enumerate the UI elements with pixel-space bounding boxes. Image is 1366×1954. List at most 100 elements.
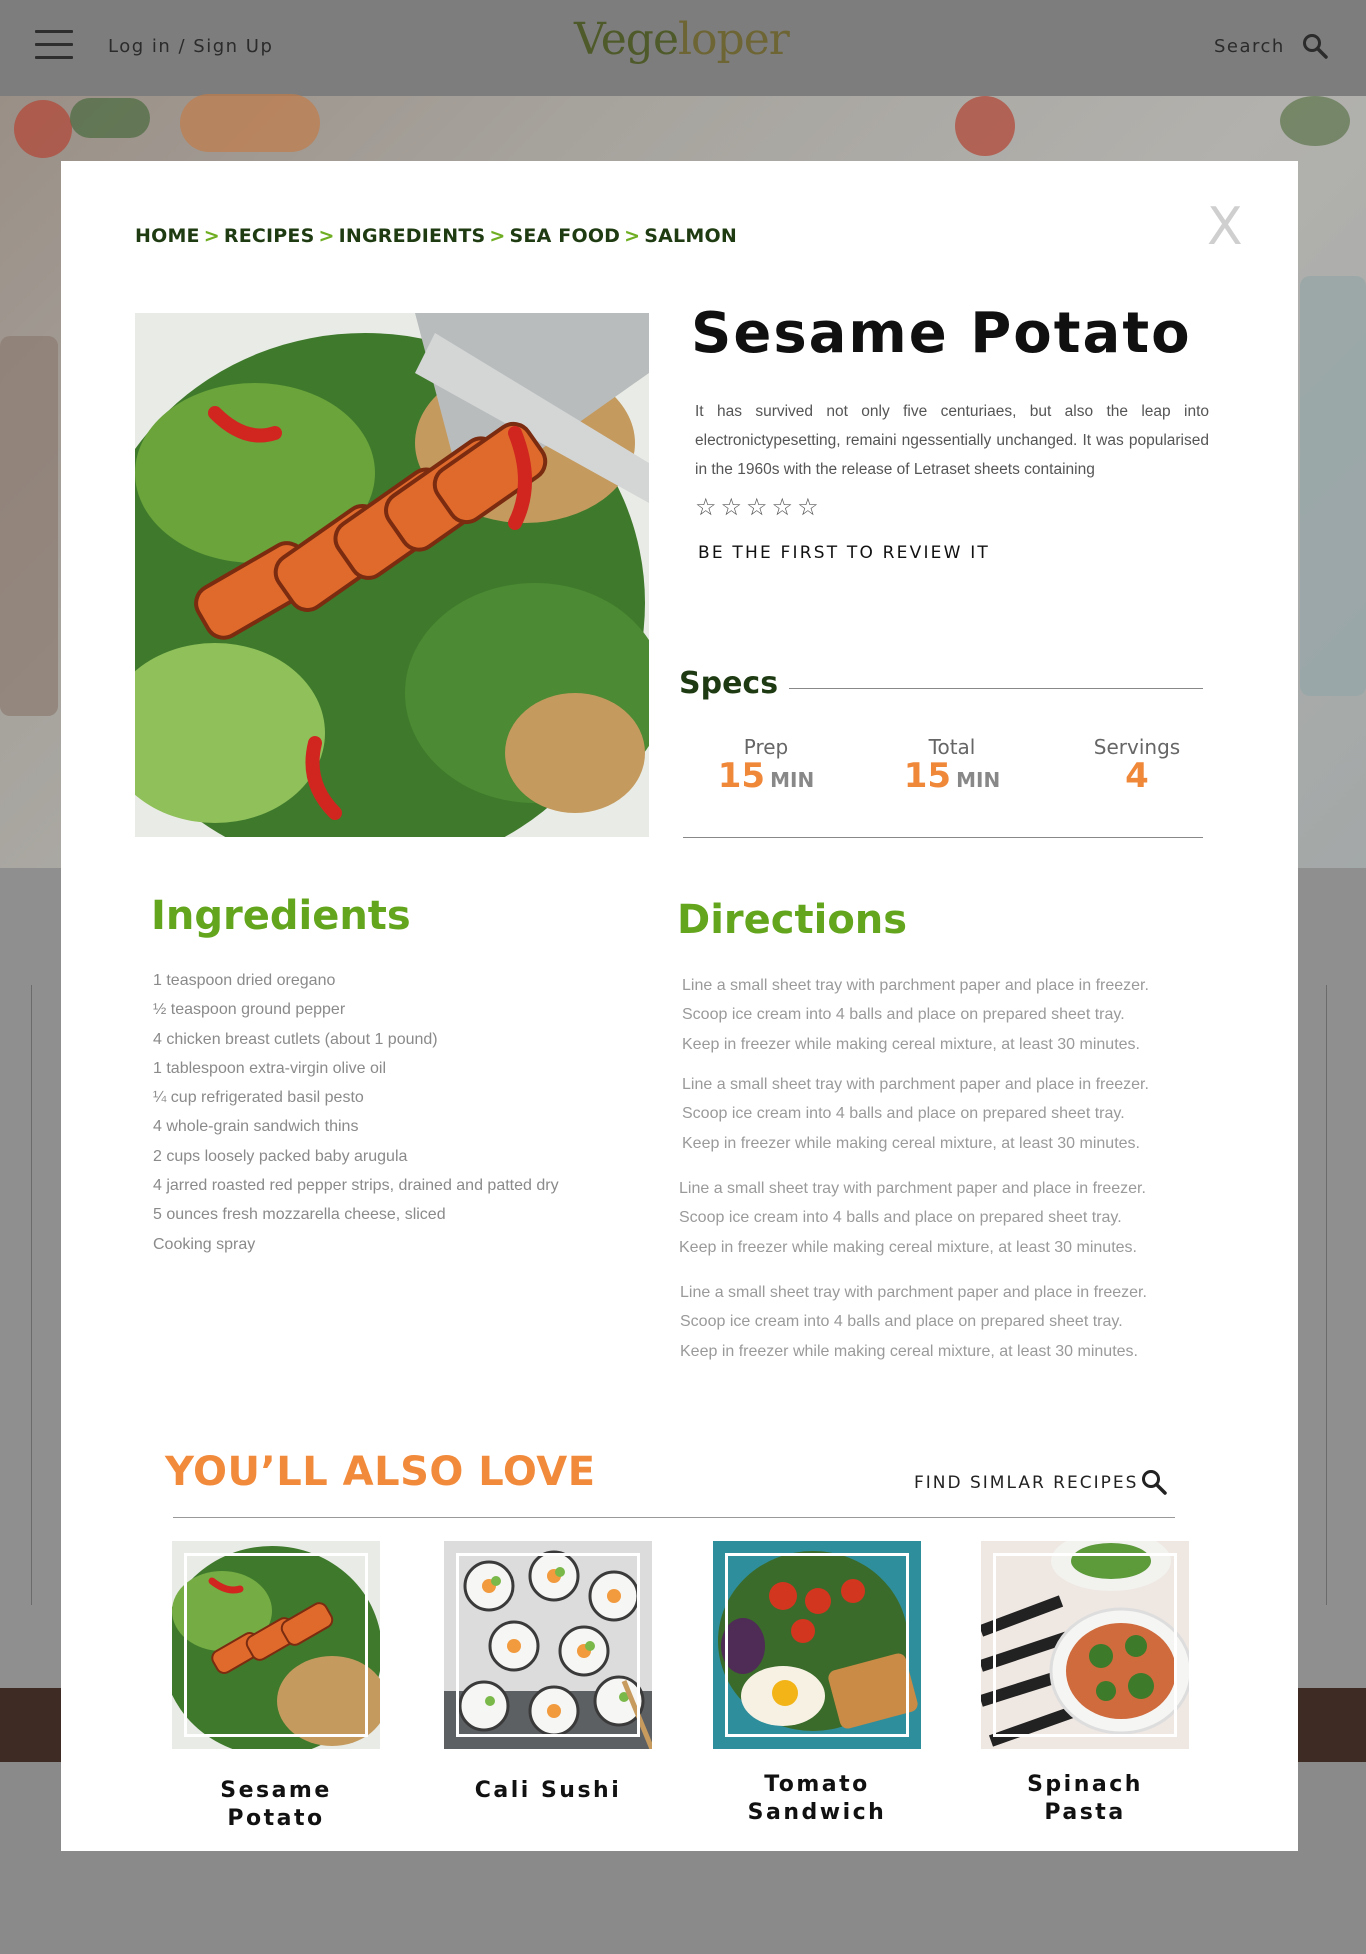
logo-text-a: Vege	[574, 14, 679, 65]
card-title-line: Sesame	[220, 1778, 332, 1803]
direction-line: Keep in freezer while making cereal mixt…	[682, 1134, 1140, 1152]
card-title-line: Spinach	[1027, 1772, 1143, 1797]
recipe-title: Sesame Potato	[691, 301, 1192, 366]
recipe-thumbnail[interactable]	[444, 1541, 652, 1749]
thumbnail-frame	[184, 1553, 368, 1737]
direction-line: Keep in freezer while making cereal mixt…	[680, 1342, 1138, 1360]
cloth-decoration	[0, 336, 58, 716]
thumbnail-frame	[993, 1553, 1177, 1737]
card-title[interactable]: Spinach Pasta	[981, 1771, 1189, 1827]
thumbnail-frame	[456, 1553, 640, 1737]
breadcrumb-separator: >	[489, 225, 506, 247]
spec-prep: Prep 15 MIN	[706, 735, 826, 793]
tomato-decoration	[14, 100, 72, 158]
direction-step: Line a small sheet tray with parchment p…	[680, 1278, 1147, 1366]
ingredients-list: 1 teaspoon dried oregano ½ teaspoon grou…	[153, 966, 559, 1259]
breadcrumb: HOME > RECIPES > INGREDIENTS > SEA FOOD > SALMON	[135, 225, 737, 247]
star-icon[interactable]: ☆	[772, 493, 798, 521]
divider	[683, 837, 1203, 838]
star-icon[interactable]: ☆	[721, 493, 747, 521]
direction-line: Scoop ice cream into 4 balls and place o…	[682, 1006, 1125, 1024]
zucchini-decoration	[70, 98, 150, 138]
directions-heading: Directions	[677, 897, 908, 943]
find-similar-link[interactable]: FIND SIMLAR RECIPES	[914, 1473, 1138, 1493]
card-title-line: Tomato	[764, 1772, 870, 1797]
thumbnail-frame	[725, 1553, 909, 1737]
cloth-decoration	[1300, 276, 1366, 696]
card-title[interactable]: Sesame Potato	[172, 1777, 380, 1833]
search-icon[interactable]	[1141, 1469, 1167, 1495]
ingredient-item: 2 cups loosely packed baby arugula	[153, 1147, 408, 1165]
star-icon[interactable]: ☆	[797, 493, 823, 521]
direction-line: Scoop ice cream into 4 balls and place o…	[679, 1209, 1122, 1227]
specs-heading: Specs	[679, 666, 779, 701]
spec-total: Total 15 MIN	[887, 735, 1017, 793]
review-link[interactable]: BE THE FIRST TO REVIEW IT	[698, 543, 990, 563]
breadcrumb-separator: >	[318, 225, 335, 247]
search-icon[interactable]	[1302, 33, 1328, 59]
card-title-line: Cali Sushi	[474, 1778, 622, 1803]
direction-line: Scoop ice cream into 4 balls and place o…	[680, 1313, 1123, 1331]
divider	[31, 985, 32, 1605]
spec-unit: MIN	[956, 768, 1001, 792]
direction-line: Keep in freezer while making cereal mixt…	[682, 1035, 1140, 1053]
ingredient-item: ½ teaspoon ground pepper	[153, 1001, 346, 1019]
card-title-line: Potato	[227, 1806, 325, 1831]
ingredient-item: ¼ cup refrigerated basil pesto	[153, 1089, 364, 1107]
ingredient-item: 4 chicken breast cutlets (about 1 pound)	[153, 1030, 438, 1048]
tomato-decoration	[955, 96, 1015, 156]
breadcrumb-sea-food[interactable]: SEA FOOD	[510, 225, 621, 247]
star-icon[interactable]: ☆	[695, 493, 721, 521]
divider	[1326, 985, 1327, 1605]
card-title-line: Pasta	[1044, 1800, 1126, 1825]
card-title[interactable]: Cali Sushi	[444, 1777, 652, 1805]
divider	[789, 688, 1203, 689]
direction-line: Keep in freezer while making cereal mixt…	[679, 1238, 1137, 1256]
breadcrumb-separator: >	[624, 225, 641, 247]
direction-step: Line a small sheet tray with parchment p…	[682, 1070, 1149, 1158]
direction-step: Line a small sheet tray with parchment p…	[682, 971, 1149, 1059]
also-love-heading: YOU’LL ALSO LOVE	[165, 1449, 596, 1495]
spec-value: 4	[1125, 756, 1149, 796]
carrot-decoration	[180, 94, 320, 152]
site-logo[interactable]: Vegeloper	[574, 14, 790, 65]
card-title[interactable]: Tomato Sandwich	[713, 1771, 921, 1827]
spec-unit: MIN	[770, 768, 815, 792]
ingredient-item: 1 teaspoon dried oregano	[153, 972, 336, 989]
ingredient-item: 1 tablespoon extra-virgin olive oil	[153, 1059, 387, 1077]
recipe-card-tomato-sandwich[interactable]: Tomato Sandwich	[713, 1541, 921, 1827]
breadcrumb-ingredients[interactable]: INGREDIENTS	[339, 225, 486, 247]
recipe-card-sesame-potato[interactable]: Sesame Potato	[172, 1541, 380, 1833]
divider	[173, 1517, 1175, 1518]
recipe-photo	[135, 313, 649, 837]
direction-line: Line a small sheet tray with parchment p…	[680, 1284, 1147, 1301]
spec-servings: Servings 4	[1062, 735, 1212, 793]
direction-step: Line a small sheet tray with parchment p…	[679, 1174, 1146, 1262]
rating-stars[interactable]: ☆☆☆☆☆	[695, 493, 823, 521]
search-link[interactable]: Search	[1214, 36, 1285, 57]
breadcrumb-recipes[interactable]: RECIPES	[224, 225, 315, 247]
recipe-card-cali-sushi[interactable]: Cali Sushi	[444, 1541, 652, 1805]
direction-line: Scoop ice cream into 4 balls and place o…	[682, 1105, 1125, 1123]
recipe-thumbnail[interactable]	[981, 1541, 1189, 1749]
breadcrumb-home[interactable]: HOME	[135, 225, 200, 247]
ingredient-item: 5 ounces fresh mozzarella cheese, sliced	[153, 1206, 446, 1224]
star-icon[interactable]: ☆	[746, 493, 772, 521]
ingredient-item: 4 whole-grain sandwich thins	[153, 1118, 359, 1136]
recipe-description: It has survived not only five centuriaes…	[695, 403, 1209, 478]
recipe-card-spinach-pasta[interactable]: Spinach Pasta	[981, 1541, 1189, 1827]
login-signup-link[interactable]: Log in / Sign Up	[108, 36, 273, 57]
direction-line: Line a small sheet tray with parchment p…	[679, 1180, 1146, 1197]
close-button[interactable]: X	[1207, 201, 1243, 253]
recipe-thumbnail[interactable]	[713, 1541, 921, 1749]
logo-text-b: loper	[677, 14, 790, 65]
breadcrumb-separator: >	[203, 225, 220, 247]
ingredient-item: Cooking spray	[153, 1235, 256, 1253]
menu-icon[interactable]	[35, 30, 73, 60]
direction-line: Line a small sheet tray with parchment p…	[682, 1076, 1149, 1093]
direction-line: Line a small sheet tray with parchment p…	[682, 977, 1149, 994]
breadcrumb-salmon[interactable]: SALMON	[644, 225, 737, 247]
spec-value: 15	[903, 756, 952, 796]
recipe-thumbnail[interactable]	[172, 1541, 380, 1749]
ingredients-heading: Ingredients	[151, 893, 411, 939]
